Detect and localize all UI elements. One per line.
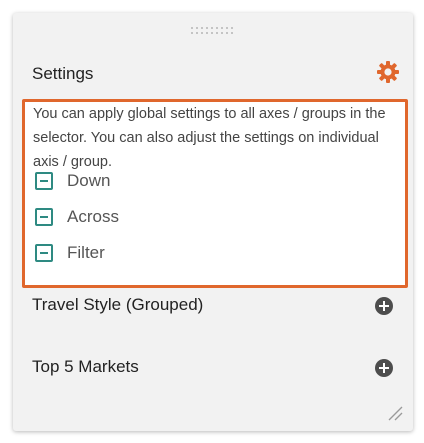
minus-square-icon[interactable]	[35, 172, 53, 190]
option-label: Across	[67, 207, 119, 226]
settings-title: Settings	[32, 64, 94, 83]
plus-circle-icon[interactable]	[375, 359, 393, 377]
option-down[interactable]: Down	[33, 170, 233, 196]
resize-handle-icon[interactable]	[387, 405, 403, 421]
minus-square-icon[interactable]	[35, 208, 53, 226]
section-top-markets[interactable]: Top 5 Markets	[32, 353, 403, 383]
section-label: Travel Style (Grouped)	[32, 295, 204, 314]
settings-header: Settings	[32, 61, 403, 91]
settings-panel: Settings You can apply global settings t…	[13, 13, 413, 431]
plus-circle-icon[interactable]	[375, 297, 393, 315]
option-label: Down	[67, 171, 111, 190]
option-filter[interactable]: Filter	[33, 242, 233, 268]
drag-handle-icon[interactable]	[190, 26, 236, 36]
section-label: Top 5 Markets	[32, 357, 139, 376]
section-travel-style[interactable]: Travel Style (Grouped)	[32, 291, 403, 321]
gear-icon[interactable]	[377, 61, 399, 83]
option-label: Filter	[67, 243, 105, 262]
option-across[interactable]: Across	[33, 206, 233, 232]
minus-square-icon[interactable]	[35, 244, 53, 262]
settings-description: You can apply global settings to all axe…	[33, 106, 386, 170]
